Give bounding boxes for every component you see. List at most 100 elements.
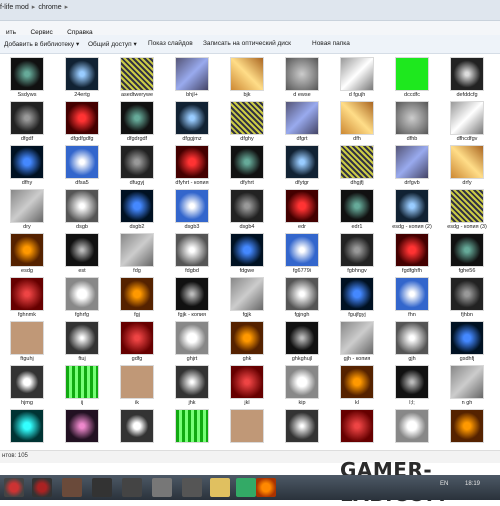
file-thumbnail[interactable] bbox=[396, 146, 428, 178]
file-name[interactable]: dccdfc bbox=[385, 92, 439, 98]
file-thumbnail[interactable] bbox=[121, 278, 153, 310]
file-thumbnail[interactable] bbox=[396, 234, 428, 266]
file-thumbnail[interactable] bbox=[121, 322, 153, 354]
file-thumbnail[interactable] bbox=[341, 102, 373, 134]
app-icon[interactable] bbox=[152, 478, 172, 497]
file-name[interactable]: fgj bbox=[110, 312, 164, 318]
file-thumbnail[interactable] bbox=[396, 190, 428, 222]
file-thumbnail[interactable] bbox=[11, 278, 43, 310]
file-thumbnail[interactable] bbox=[176, 58, 208, 90]
file-name[interactable]: fdgbd bbox=[165, 268, 219, 274]
file-thumbnail[interactable] bbox=[66, 58, 98, 90]
file-name[interactable]: dfyhrt - копия bbox=[165, 180, 219, 186]
file-name[interactable]: Ssdyws bbox=[0, 92, 54, 98]
file-thumbnail[interactable] bbox=[121, 102, 153, 134]
file-name[interactable]: gdfg bbox=[110, 356, 164, 362]
file-thumbnail[interactable] bbox=[121, 146, 153, 178]
file-thumbnail[interactable] bbox=[176, 322, 208, 354]
file-thumbnail[interactable] bbox=[231, 366, 263, 398]
burn-disc-button[interactable]: Записать на оптический диск bbox=[203, 40, 291, 47]
file-name[interactable]: ftguhj bbox=[0, 356, 54, 362]
file-thumbnail[interactable] bbox=[176, 146, 208, 178]
file-name[interactable]: gjh bbox=[385, 356, 439, 362]
file-name[interactable]: fdgwe bbox=[220, 268, 274, 274]
file-name[interactable]: esdg - копия (2) bbox=[385, 224, 439, 230]
file-name[interactable]: bhjl+ bbox=[165, 92, 219, 98]
file-name[interactable]: fgbhngv bbox=[330, 268, 384, 274]
file-thumbnail[interactable] bbox=[176, 278, 208, 310]
file-thumbnail[interactable] bbox=[286, 366, 318, 398]
file-thumbnail[interactable] bbox=[396, 366, 428, 398]
file-name[interactable]: ghkghujl bbox=[275, 356, 329, 362]
file-name[interactable]: dfhcdfgv bbox=[440, 136, 494, 142]
file-name[interactable]: gjh - копия bbox=[330, 356, 384, 362]
file-thumbnail[interactable] bbox=[66, 410, 98, 442]
file-thumbnail[interactable] bbox=[231, 102, 263, 134]
file-name[interactable]: d fgujh bbox=[330, 92, 384, 98]
file-name[interactable]: asedtwerywe bbox=[110, 92, 164, 98]
file-name[interactable]: dsgb4 bbox=[220, 224, 274, 230]
file-thumbnail[interactable] bbox=[66, 146, 98, 178]
file-thumbnail[interactable] bbox=[451, 278, 483, 310]
clock[interactable]: 18:19 bbox=[465, 481, 480, 487]
file-thumbnail[interactable] bbox=[396, 278, 428, 310]
file-name[interactable]: hjmg bbox=[0, 400, 54, 406]
file-name[interactable]: fgjk bbox=[220, 312, 274, 318]
file-name[interactable]: dfgdrgdf bbox=[110, 136, 164, 142]
file-name[interactable]: dfsa5 bbox=[55, 180, 109, 186]
file-thumbnail[interactable] bbox=[341, 366, 373, 398]
file-name[interactable]: dfhb bbox=[385, 136, 439, 142]
file-name[interactable]: fghrfg bbox=[55, 312, 109, 318]
file-name[interactable]: l;l; bbox=[385, 400, 439, 406]
file-thumbnail[interactable] bbox=[286, 190, 318, 222]
file-thumbnail[interactable] bbox=[341, 234, 373, 266]
file-thumbnail[interactable] bbox=[341, 278, 373, 310]
file-thumbnail[interactable] bbox=[286, 102, 318, 134]
file-name[interactable]: fgjngh bbox=[275, 312, 329, 318]
language-indicator[interactable]: EN bbox=[440, 481, 448, 487]
file-name[interactable]: bjk bbox=[220, 92, 274, 98]
file-thumbnail[interactable] bbox=[286, 410, 318, 442]
file-name[interactable]: dfh bbox=[330, 136, 384, 142]
share-button[interactable]: Общий доступ ▾ bbox=[88, 40, 137, 48]
file-thumbnail[interactable] bbox=[11, 366, 43, 398]
file-name[interactable]: drfy bbox=[440, 180, 494, 186]
file-thumbnail[interactable] bbox=[286, 58, 318, 90]
file-thumbnail[interactable] bbox=[341, 190, 373, 222]
file-thumbnail[interactable] bbox=[176, 102, 208, 134]
slideshow-button[interactable]: Показ слайдов bbox=[148, 40, 193, 47]
media-player-icon[interactable] bbox=[182, 478, 202, 497]
file-thumbnail[interactable] bbox=[396, 58, 428, 90]
file-thumbnail[interactable] bbox=[231, 234, 263, 266]
app-icon[interactable] bbox=[122, 478, 142, 497]
file-name[interactable]: gsdhfj bbox=[440, 356, 494, 362]
file-thumbnail[interactable] bbox=[396, 322, 428, 354]
file-thumbnail[interactable] bbox=[341, 58, 373, 90]
browser-icon[interactable] bbox=[256, 478, 276, 497]
file-thumbnail[interactable] bbox=[121, 410, 153, 442]
file-name[interactable]: est bbox=[55, 268, 109, 274]
folder-icon[interactable] bbox=[210, 478, 230, 497]
file-name[interactable]: fgjk - копия bbox=[165, 312, 219, 318]
file-thumbnail[interactable] bbox=[231, 322, 263, 354]
file-thumbnail[interactable] bbox=[231, 278, 263, 310]
file-thumbnail[interactable] bbox=[451, 190, 483, 222]
file-thumbnail[interactable] bbox=[451, 102, 483, 134]
file-name[interactable]: fgujfgyj bbox=[330, 312, 384, 318]
file-thumbnail[interactable] bbox=[121, 366, 153, 398]
file-name[interactable]: jkl bbox=[220, 400, 274, 406]
file-thumbnail[interactable] bbox=[11, 410, 43, 442]
file-thumbnail[interactable] bbox=[396, 102, 428, 134]
file-name[interactable]: ftuj bbox=[55, 356, 109, 362]
file-name[interactable]: esdg - копия (3) bbox=[440, 224, 494, 230]
file-thumbnail[interactable] bbox=[66, 322, 98, 354]
file-thumbnail[interactable] bbox=[11, 234, 43, 266]
file-thumbnail[interactable] bbox=[286, 146, 318, 178]
breadcrumb-right[interactable]: chrome bbox=[38, 4, 61, 11]
file-thumbnail[interactable] bbox=[66, 278, 98, 310]
file-thumbnail[interactable] bbox=[286, 278, 318, 310]
file-name[interactable]: n gh bbox=[440, 400, 494, 406]
file-name[interactable]: edr bbox=[275, 224, 329, 230]
file-name[interactable]: ghjrt bbox=[165, 356, 219, 362]
file-name[interactable]: ik bbox=[110, 400, 164, 406]
